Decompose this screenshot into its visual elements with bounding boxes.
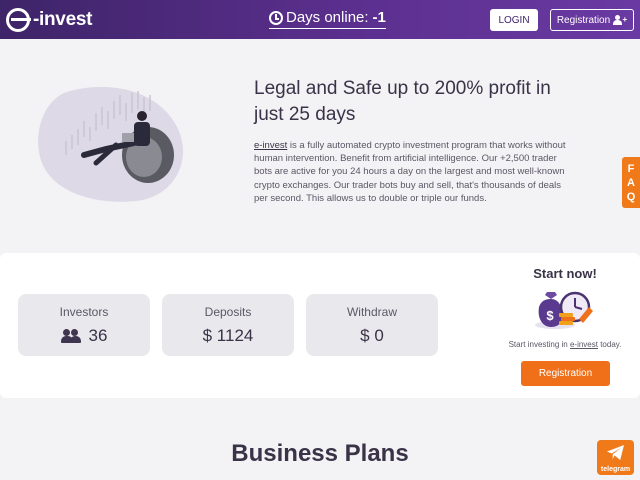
hero-description-text: is a fully automated crypto investment p… — [254, 140, 566, 204]
svg-text:$: $ — [546, 308, 554, 323]
telegram-button[interactable]: telegram — [597, 440, 634, 475]
stat-value: $ 1124 — [202, 326, 254, 345]
faq-tab[interactable]: F A Q — [622, 157, 640, 208]
stat-value: $ 0 — [360, 326, 384, 345]
registration-button[interactable]: Registration — [521, 361, 610, 386]
business-plans-title: Business Plans — [231, 440, 409, 467]
logo-e-icon — [6, 8, 31, 32]
clock-icon — [269, 10, 283, 25]
user-plus-icon: + — [613, 15, 627, 25]
start-investing-text: Start investing in e-invest today. — [497, 340, 633, 349]
stat-value-row: 36 — [18, 326, 150, 346]
top-navbar: -invest Days online: -1 LOGIN Registrati… — [0, 0, 640, 39]
telegram-label: telegram — [600, 466, 631, 473]
hero-illustration — [38, 86, 183, 202]
brand-link[interactable]: e-invest — [570, 340, 598, 349]
hero-description: e-invest is a fully automated crypto inv… — [254, 139, 572, 205]
stat-label: Deposits — [204, 305, 252, 319]
days-online: Days online: -1 — [269, 9, 386, 29]
logo-text: -invest — [33, 9, 93, 30]
days-online-value: -1 — [372, 9, 386, 26]
faq-letter: F — [627, 162, 635, 175]
start-text-before: Start investing in — [508, 340, 570, 349]
stat-value: 36 — [88, 326, 108, 345]
stats-section: Investors 36 Deposits $ 1124 Withdraw $ … — [0, 253, 640, 398]
hero-title: Legal and Safe up to 200% profit in just… — [254, 78, 551, 125]
logo[interactable]: -invest — [6, 7, 92, 33]
registration-button-header[interactable]: Registration + — [550, 9, 634, 31]
stat-label: Investors — [59, 305, 109, 319]
start-text-after: today. — [597, 340, 622, 349]
telegram-icon — [607, 444, 624, 461]
users-icon — [60, 329, 81, 343]
stat-card-investors: Investors 36 — [18, 294, 150, 356]
login-button[interactable]: LOGIN — [490, 9, 538, 31]
faq-letter: Q — [626, 190, 636, 203]
faq-letter: A — [627, 176, 635, 189]
stat-card-deposits: Deposits $ 1124 — [162, 294, 294, 356]
stat-label: Withdraw — [346, 305, 397, 319]
days-online-label: Days online: — [286, 9, 369, 26]
registration-button-label: Registration — [556, 14, 611, 26]
start-now-title: Start now! — [533, 266, 597, 281]
brand-link[interactable]: e-invest — [254, 140, 287, 151]
money-bag-clock-icon: $ — [535, 291, 593, 329]
stat-card-withdraw: Withdraw $ 0 — [306, 294, 438, 356]
